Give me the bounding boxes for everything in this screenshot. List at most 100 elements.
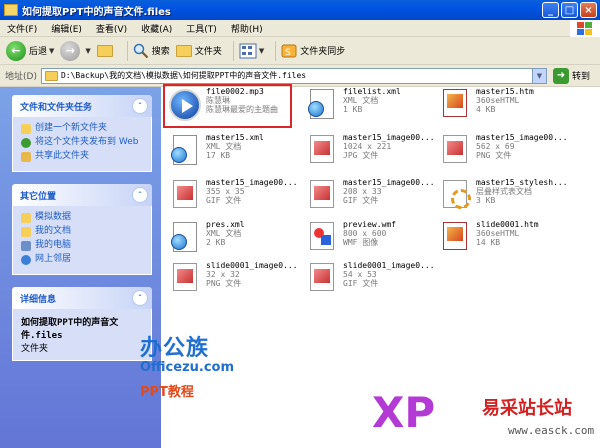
address-input[interactable]: D:\Backup\我的文档\模拟数据\如何提取PPT中的声音文件.files … <box>40 67 547 84</box>
file-name: master15_image00... <box>206 178 298 187</box>
file-meta: XML 文档 <box>206 142 242 151</box>
network-icon <box>21 255 31 265</box>
file-item[interactable]: slide0001.htm 360seHTML 14 KB <box>437 220 569 262</box>
windows-logo-icon <box>570 20 600 37</box>
html-icon <box>443 222 467 250</box>
file-item[interactable]: slide0001_image0... 54 x 53 GIF 文件 <box>304 261 436 303</box>
menu-tools[interactable]: 工具(T) <box>179 22 224 35</box>
file-item[interactable]: master15_stylesh... 层叠样式表文档 3 KB <box>437 178 569 220</box>
watermark-ppt: PPT教程 <box>140 385 194 400</box>
task-share-folder[interactable]: 共享此文件夹 <box>21 151 143 162</box>
menu-view[interactable]: 查看(V) <box>89 22 134 35</box>
forward-button[interactable]: → ▼ <box>60 40 91 61</box>
back-arrow-icon: ← <box>6 40 26 61</box>
svg-text:S: S <box>285 48 291 58</box>
file-meta: 800 x 600 <box>343 229 387 238</box>
menu-file[interactable]: 文件(F) <box>0 22 44 35</box>
image-icon <box>173 263 197 291</box>
file-name: pres.xml <box>206 220 245 229</box>
file-name: master15_image00... <box>476 133 568 142</box>
folder-sync-button[interactable]: S 文件夹同步 <box>281 43 345 59</box>
close-button[interactable]: × <box>580 2 597 18</box>
file-meta: XML 文档 <box>343 96 379 105</box>
maximize-button[interactable]: □ <box>561 2 578 18</box>
easck-watermark: XP 易采站长站 www.easck.com <box>372 388 600 446</box>
folders-icon <box>175 44 192 57</box>
file-item[interactable]: master15_image00... 562 x 69 PNG 文件 <box>437 133 569 175</box>
task-publish-web[interactable]: 将这个文件夹发布到 Web <box>21 137 143 148</box>
file-item[interactable]: master15_image00... 208 x 33 GIF 文件 <box>304 178 436 220</box>
address-value: D:\Backup\我的文档\模拟数据\如何提取PPT中的声音文件.files <box>60 71 307 80</box>
new-folder-icon <box>21 124 31 134</box>
file-item[interactable]: preview.wmf 800 x 600 WMF 图像 <box>304 220 436 262</box>
collapse-icon[interactable]: ˆ <box>132 290 148 306</box>
file-item[interactable]: slide0001_image0... 32 x 32 PNG 文件 <box>167 261 299 303</box>
wmf-icon <box>310 222 334 250</box>
globe-icon <box>171 234 187 250</box>
place-simulated-data[interactable]: 模拟数据 <box>21 212 143 223</box>
details-panel: 详细信息 ˆ 如何提取PPT中的声音文件.files 文件夹 <box>12 287 152 361</box>
details-type: 文件夹 <box>21 344 49 354</box>
file-meta: 1 KB <box>343 105 363 114</box>
back-button[interactable]: ← 后退 ▼ <box>6 40 55 61</box>
file-name: master15.htm <box>476 87 534 96</box>
tasks-panel-header[interactable]: 文件和文件夹任务 ˆ <box>12 95 152 117</box>
file-meta: 1024 x 221 <box>343 142 392 151</box>
search-button[interactable]: 搜索 <box>133 43 170 59</box>
place-my-documents[interactable]: 我的文档 <box>21 226 143 237</box>
file-meta: 562 x 69 <box>476 142 515 151</box>
file-item[interactable]: filelist.xml XML 文档 1 KB <box>304 87 436 129</box>
globe-icon <box>308 101 324 117</box>
back-label: 后退 <box>29 47 48 57</box>
file-item[interactable]: master15.xml XML 文档 17 KB <box>167 133 299 175</box>
folders-button[interactable]: 文件夹 <box>175 44 222 57</box>
file-item[interactable]: master15_image00... 355 x 35 GIF 文件 <box>167 178 299 220</box>
collapse-icon[interactable]: ˆ <box>132 98 148 114</box>
menu-favorites[interactable]: 收藏(A) <box>134 22 179 35</box>
minimize-button[interactable]: _ <box>542 2 559 18</box>
window-title: 如何提取PPT中的声音文件.files <box>22 6 171 18</box>
globe-icon <box>171 147 187 163</box>
image-icon <box>310 263 334 291</box>
file-meta: GIF 文件 <box>343 196 379 205</box>
officezu-watermark: 办公族 Officezu.com PPT教程 <box>140 330 234 400</box>
file-meta: 层叠样式表文档 <box>476 187 532 196</box>
file-item[interactable]: master15.htm 360seHTML 4 KB <box>437 87 569 129</box>
file-meta: 2 KB <box>206 238 226 247</box>
watermark-url: Officezu.com <box>140 360 235 375</box>
easck-url: www.easck.com <box>508 424 595 437</box>
file-meta: 17 KB <box>206 151 231 160</box>
my-documents-icon <box>21 227 31 237</box>
place-my-computer[interactable]: 我的电脑 <box>21 240 143 251</box>
file-meta: 360seHTML <box>476 96 520 105</box>
file-item[interactable]: pres.xml XML 文档 2 KB <box>167 220 299 262</box>
toolbar: ← 后退 ▼ → ▼ 搜索 文件夹 ▼ S 文件夹同步 <box>0 37 600 65</box>
tasks-panel: 文件和文件夹任务 ˆ 创建一个新文件夹 将这个文件夹发布到 Web 共享此文件夹 <box>12 95 152 172</box>
tasks-panel-title: 文件和文件夹任务 <box>20 102 93 113</box>
collapse-icon[interactable]: ˆ <box>132 187 148 203</box>
go-button[interactable]: ➜ 转到 <box>552 67 590 84</box>
file-item[interactable]: master15_image00... 1024 x 221 JPG 文件 <box>304 133 436 175</box>
chevron-down-icon: ▼ <box>49 46 55 55</box>
views-icon <box>239 43 257 58</box>
places-panel-header[interactable]: 其它位置 ˆ <box>12 184 152 206</box>
up-folder-button[interactable] <box>96 44 116 57</box>
chevron-down-icon[interactable]: ▼ <box>531 68 546 83</box>
task-new-folder[interactable]: 创建一个新文件夹 <box>21 123 143 134</box>
places-panel: 其它位置 ˆ 模拟数据 我的文档 我的电脑 网上邻居 <box>12 184 152 275</box>
views-button[interactable]: ▼ <box>239 43 264 59</box>
address-label: 地址(D) <box>5 72 37 82</box>
file-name: master15_image00... <box>343 178 435 187</box>
menu-bar: 文件(F) 编辑(E) 查看(V) 收藏(A) 工具(T) 帮助(H) <box>0 20 600 37</box>
details-panel-header[interactable]: 详细信息 ˆ <box>12 287 152 309</box>
file-meta: 208 x 33 <box>343 187 382 196</box>
file-name: preview.wmf <box>343 220 396 229</box>
menu-edit[interactable]: 编辑(E) <box>44 22 89 35</box>
file-name: master15.xml <box>206 133 264 142</box>
folders-label: 文件夹 <box>194 47 222 57</box>
xp-logo: XP <box>372 388 436 437</box>
menu-help[interactable]: 帮助(H) <box>224 22 270 35</box>
place-network[interactable]: 网上邻居 <box>21 254 143 265</box>
file-meta: XML 文档 <box>206 229 242 238</box>
details-panel-title: 详细信息 <box>20 294 57 305</box>
